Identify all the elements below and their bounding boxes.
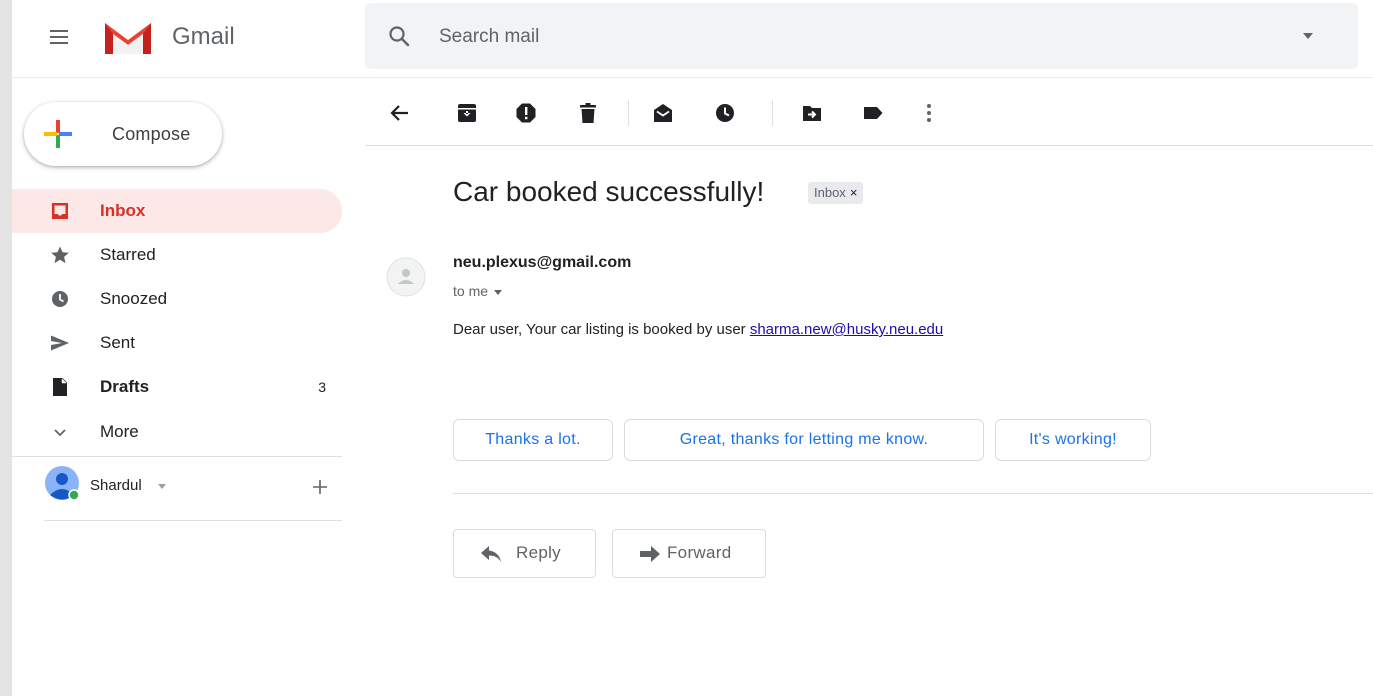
move-to-icon[interactable] — [801, 102, 823, 124]
send-icon — [51, 335, 69, 351]
clock-icon — [52, 291, 68, 307]
message-divider — [453, 493, 1373, 494]
compose-button[interactable]: Compose — [24, 102, 222, 166]
sidebar-item-label: Sent — [100, 333, 135, 352]
search-bar[interactable] — [365, 3, 1358, 69]
sidebar-item-label: Starred — [100, 245, 156, 264]
inbox-label-chip: Inbox × — [808, 182, 864, 204]
hangouts-user-row: Shardul — [12, 460, 342, 516]
sidebar-item-label: More — [100, 422, 139, 441]
sidebar-divider — [12, 456, 342, 457]
recipient-details[interactable]: to me — [453, 283, 503, 299]
back-arrow-icon[interactable] — [389, 102, 411, 124]
chevron-down-icon — [54, 429, 66, 437]
label-icon[interactable] — [862, 102, 884, 124]
archive-icon[interactable] — [456, 102, 478, 124]
message-body: Dear user, Your car listing is booked by… — [453, 321, 943, 338]
app-name: Gmail — [172, 23, 235, 50]
search-options-dropdown-icon[interactable] — [1303, 33, 1313, 39]
message-toolbar — [365, 80, 1373, 146]
compose-label: Compose — [112, 124, 191, 144]
sidebar-item-drafts[interactable]: Drafts 3 — [12, 365, 342, 409]
sidebar-item-starred[interactable]: Starred — [12, 233, 342, 277]
top-bar: Gmail — [12, 0, 1373, 78]
drafts-count: 3 — [318, 379, 326, 395]
main-menu-icon[interactable] — [38, 20, 78, 54]
user-name[interactable]: Shardul — [90, 477, 142, 494]
sidebar-item-snoozed[interactable]: Snoozed — [12, 277, 342, 321]
forward-button[interactable]: Forward — [612, 529, 766, 578]
recipient-label: to me — [453, 283, 489, 299]
sidebar-item-label: Snoozed — [100, 289, 168, 308]
user-status-dropdown-icon[interactable] — [158, 484, 166, 489]
gmail-window: Gmail Compose Inbox Starred — [12, 0, 1373, 696]
forward-label: Forward — [667, 543, 732, 562]
sidebar-item-inbox[interactable]: Inbox — [12, 189, 342, 233]
compose-plus-icon — [44, 120, 72, 148]
reply-button[interactable]: Reply — [453, 529, 596, 578]
show-details-dropdown-icon — [494, 289, 503, 295]
report-spam-icon[interactable] — [515, 102, 537, 124]
sender-avatar[interactable] — [386, 257, 426, 297]
sidebar-item-label: Inbox — [100, 201, 146, 220]
reply-label: Reply — [516, 543, 561, 562]
more-vert-icon[interactable] — [918, 102, 940, 124]
search-icon[interactable] — [387, 24, 411, 48]
sidebar-divider — [44, 520, 342, 521]
delete-icon[interactable] — [577, 102, 599, 124]
sidebar-item-label: Drafts — [100, 377, 150, 396]
email-link[interactable]: sharma.new@husky.neu.edu — [750, 321, 943, 338]
message-body-text: Dear user, Your car listing is booked by… — [453, 321, 750, 338]
remove-label-icon[interactable]: × — [850, 185, 858, 200]
smart-reply-chip[interactable]: Great, thanks for letting me know. — [624, 419, 984, 461]
user-avatar[interactable] — [45, 466, 79, 500]
sidebar-item-more[interactable]: More — [12, 410, 342, 454]
mark-unread-icon[interactable] — [652, 102, 674, 124]
star-icon — [51, 246, 69, 264]
add-icon[interactable] — [310, 477, 330, 497]
smart-reply-chip[interactable]: Thanks a lot. — [453, 419, 613, 461]
gmail-logo[interactable] — [102, 19, 154, 57]
draft-icon — [53, 378, 67, 396]
search-input[interactable] — [437, 21, 1281, 53]
label-chip-text: Inbox — [814, 185, 846, 200]
reply-icon — [481, 546, 501, 562]
snooze-icon[interactable] — [714, 102, 736, 124]
smart-reply-chip[interactable]: It's working! — [995, 419, 1151, 461]
inbox-icon — [52, 203, 68, 219]
sidebar-item-sent[interactable]: Sent — [12, 321, 342, 365]
message-subject: Car booked successfully! — [453, 176, 765, 207]
sender-email[interactable]: neu.plexus@gmail.com — [453, 254, 631, 272]
forward-icon — [640, 546, 660, 562]
